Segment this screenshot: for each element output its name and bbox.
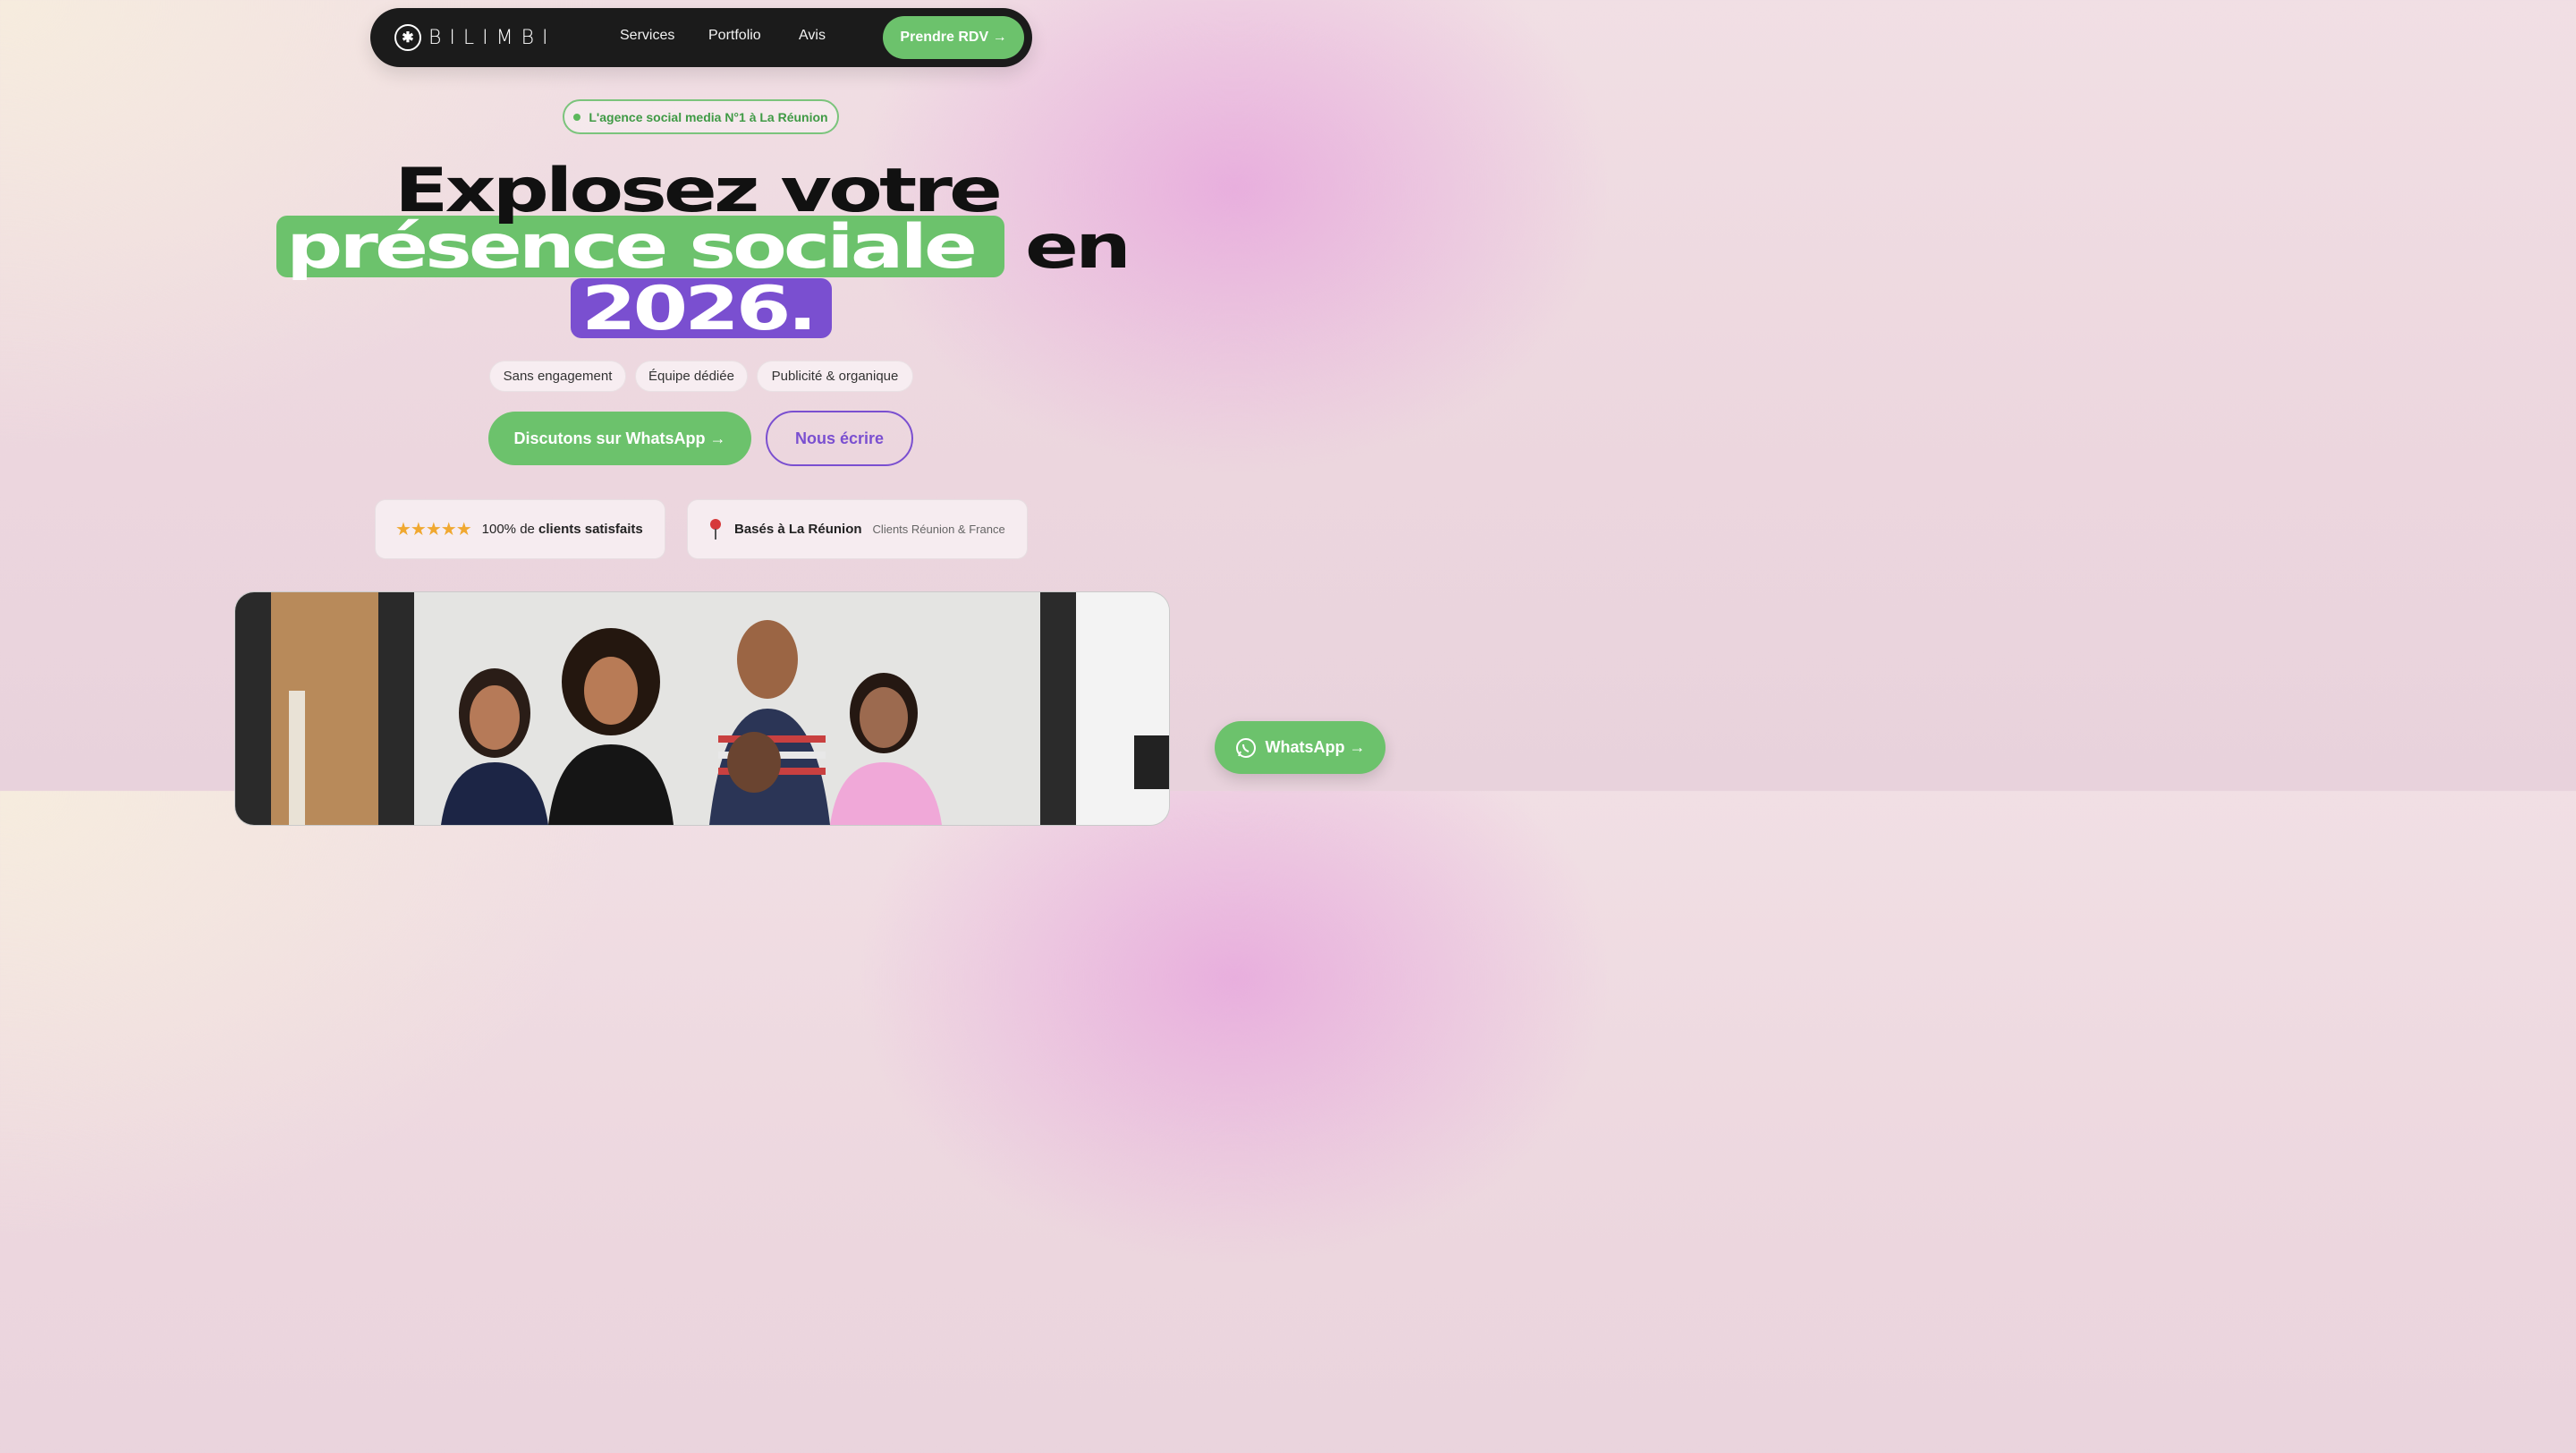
write-to-us-button[interactable]: Nous écrire [766,411,913,466]
book-appointment-button[interactable]: Prendre RDV → [883,16,1024,59]
nav-link-portfolio[interactable]: Portfolio [708,28,761,44]
pill-no-commitment: Sans engagement [489,361,626,392]
status-dot-icon [573,113,581,121]
location-bold: Basés à La Réunion [734,522,862,537]
floating-whatsapp-label: WhatsApp → [1265,738,1366,756]
five-stars-icon: ★★★★★ [395,520,472,540]
team-photo [234,591,1170,826]
rating-card: ★★★★★ 100% de clients satisfaits [375,499,665,559]
headline-line-2-rest: en [1025,212,1131,283]
location-card: Basés à La Réunion Clients Réunion & Fra… [687,499,1028,559]
hero-badge: L'agence social media N°1 à La Réunion [563,99,839,134]
whatsapp-chat-button[interactable]: Discutons sur WhatsApp → [488,412,751,465]
rating-bold: clients satisfaits [538,522,643,537]
whatsapp-icon [1235,737,1257,759]
rating-prefix: 100% de [481,522,535,537]
team-photo-illustration [235,592,1169,825]
location-muted: Clients Réunion & France [872,523,1005,536]
map-pin-icon [709,518,722,541]
asterisk-logo-icon: ✱ [394,24,421,51]
nav-link-services[interactable]: Services [620,28,674,44]
headline-highlight-purple-text: 2026. [581,274,818,344]
headline-highlight-green-text: présence sociale [286,212,978,283]
floating-whatsapp-button[interactable]: WhatsApp → [1215,721,1385,774]
brand-logo[interactable]: ✱ BILIMBI [394,24,556,51]
hero-badge-text: L'agence social media N°1 à La Réunion [589,109,828,124]
pill-dedicated-team: Équipe dédiée [635,361,748,392]
top-nav: ✱ BILIMBI Services Portfolio Avis Prendr… [370,8,1032,67]
nav-link-avis[interactable]: Avis [799,28,826,44]
brand-name: BILIMBI [428,26,556,49]
pill-ads-organic: Publicité & organique [757,361,913,392]
